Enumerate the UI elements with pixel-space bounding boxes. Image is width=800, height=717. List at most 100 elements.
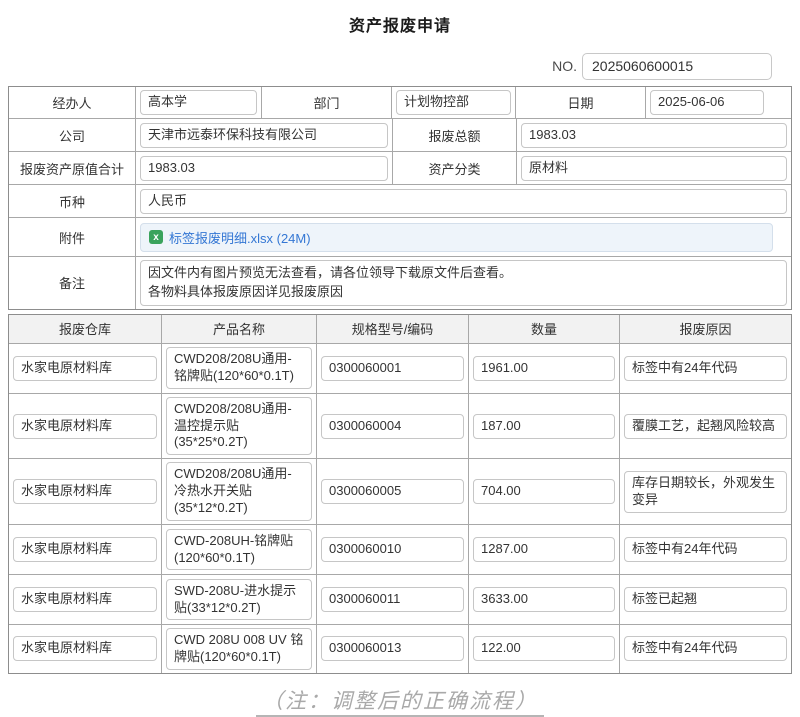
remark-input[interactable]: 因文件内有图片预览无法查看，请各位领导下载原文件后查看。 各物料具体报废原因详见… — [140, 260, 787, 306]
warehouse-cell: 水家电原材料库 — [9, 575, 161, 624]
remark-line-2: 各物料具体报废原因详见报废原因 — [148, 283, 779, 302]
reason-input[interactable]: 覆膜工艺，起翘风险较高 — [624, 414, 787, 439]
table-row: 币种 人民币 — [9, 184, 791, 217]
original-value-input[interactable]: 1983.03 — [140, 156, 388, 181]
product-input[interactable]: CWD-208UH-铭牌贴(120*60*0.1T) — [166, 529, 312, 571]
quantity-input[interactable]: 3633.00 — [473, 587, 615, 612]
document-number-input[interactable]: 2025060600015 — [582, 53, 772, 80]
spec-code-input[interactable]: 0300060013 — [321, 636, 464, 661]
currency-input[interactable]: 人民币 — [140, 189, 787, 214]
product-cell: CWD208/208U通用-温控提示贴(35*25*0.2T) — [161, 394, 316, 459]
operator-cell: 高本学 — [135, 87, 261, 118]
document-number-label: NO. — [552, 58, 577, 74]
warehouse-cell: 水家电原材料库 — [9, 525, 161, 574]
table-row: 水家电原材料库 CWD208/208U通用-冷热水开关贴(35*12*0.2T)… — [9, 458, 791, 524]
operator-label: 经办人 — [9, 87, 135, 118]
table-row: 公司 天津市远泰环保科技有限公司 报废总额 1983.03 — [9, 118, 791, 151]
reason-input[interactable]: 标签中有24年代码 — [624, 356, 787, 381]
date-input[interactable]: 2025-06-06 — [650, 90, 764, 115]
header-spec-code: 规格型号/编码 — [316, 315, 468, 343]
spec-code-input[interactable]: 0300060010 — [321, 537, 464, 562]
quantity-cell: 1287.00 — [468, 525, 619, 574]
table-row: 附件 x 标签报废明细.xlsx (24M) — [9, 217, 791, 256]
attachment-file-link[interactable]: 标签报废明细.xlsx (24M) — [169, 228, 311, 247]
reason-cell: 标签中有24年代码 — [619, 625, 791, 673]
reason-cell: 标签中有24年代码 — [619, 344, 791, 393]
table-row: 经办人 高本学 部门 计划物控部 日期 2025-06-06 — [9, 87, 791, 118]
table-row: 备注 因文件内有图片预览无法查看，请各位领导下载原文件后查看。 各物料具体报废原… — [9, 256, 791, 309]
warehouse-input[interactable]: 水家电原材料库 — [13, 587, 157, 612]
reason-cell: 库存日期较长，外观发生变异 — [619, 459, 791, 524]
asset-category-cell: 原材料 — [516, 152, 791, 184]
reason-cell: 标签中有24年代码 — [619, 525, 791, 574]
remark-cell: 因文件内有图片预览无法查看，请各位领导下载原文件后查看。 各物料具体报废原因详见… — [135, 257, 791, 309]
operator-input[interactable]: 高本学 — [140, 90, 257, 115]
reason-input[interactable]: 标签已起翘 — [624, 587, 787, 612]
company-input[interactable]: 天津市远泰环保科技有限公司 — [140, 123, 388, 148]
product-input[interactable]: SWD-208U-进水提示贴(33*12*0.2T) — [166, 579, 312, 621]
warehouse-cell: 水家电原材料库 — [9, 394, 161, 459]
original-value-cell: 1983.03 — [135, 152, 392, 184]
document-number-row: NO. 2025060600015 — [0, 52, 772, 80]
warehouse-input[interactable]: 水家电原材料库 — [13, 414, 157, 439]
reason-input[interactable]: 标签中有24年代码 — [624, 537, 787, 562]
application-form-table: 经办人 高本学 部门 计划物控部 日期 2025-06-06 公司 天津市远泰环… — [8, 86, 792, 310]
scrap-detail-table: 报废仓库 产品名称 规格型号/编码 数量 报废原因 水家电原材料库 CWD208… — [8, 314, 792, 674]
product-input[interactable]: CWD 208U 008 UV 铭牌贴(120*60*0.1T) — [166, 628, 312, 670]
scrap-total-input[interactable]: 1983.03 — [521, 123, 787, 148]
remark-line-1: 因文件内有图片预览无法查看，请各位领导下载原文件后查看。 — [148, 264, 779, 283]
product-input[interactable]: CWD208/208U通用-冷热水开关贴(35*12*0.2T) — [166, 462, 312, 521]
spec-code-input[interactable]: 0300060005 — [321, 479, 464, 504]
currency-label: 币种 — [9, 185, 135, 217]
quantity-input[interactable]: 704.00 — [473, 479, 615, 504]
warehouse-input[interactable]: 水家电原材料库 — [13, 356, 157, 381]
quantity-input[interactable]: 1287.00 — [473, 537, 615, 562]
quantity-input[interactable]: 1961.00 — [473, 356, 615, 381]
spec-code-input[interactable]: 0300060004 — [321, 414, 464, 439]
attachment-label: 附件 — [9, 218, 135, 256]
scrap-total-label: 报废总额 — [392, 119, 516, 151]
quantity-input[interactable]: 122.00 — [473, 636, 615, 661]
original-value-label: 报废资产原值合计 — [9, 152, 135, 184]
footer-note: （注：调整后的正确流程） — [0, 685, 800, 715]
warehouse-input[interactable]: 水家电原材料库 — [13, 537, 157, 562]
detail-header-row: 报废仓库 产品名称 规格型号/编码 数量 报废原因 — [9, 315, 791, 343]
product-cell: CWD 208U 008 UV 铭牌贴(120*60*0.1T) — [161, 625, 316, 673]
reason-input[interactable]: 标签中有24年代码 — [624, 636, 787, 661]
reason-input[interactable]: 库存日期较长，外观发生变异 — [624, 471, 787, 513]
attachment-cell: x 标签报废明细.xlsx (24M) — [135, 218, 791, 256]
product-input[interactable]: CWD208/208U通用-温控提示贴(35*25*0.2T) — [166, 397, 312, 456]
header-quantity: 数量 — [468, 315, 619, 343]
spec-code-cell: 0300060004 — [316, 394, 468, 459]
quantity-input[interactable]: 187.00 — [473, 414, 615, 439]
header-reason: 报废原因 — [619, 315, 791, 343]
table-row: 水家电原材料库 CWD 208U 008 UV 铭牌贴(120*60*0.1T)… — [9, 624, 791, 673]
footer-note-text: （注：调整后的正确流程） — [256, 689, 544, 717]
product-cell: CWD208/208U通用-铭牌贴(120*60*0.1T) — [161, 344, 316, 393]
warehouse-input[interactable]: 水家电原材料库 — [13, 636, 157, 661]
warehouse-input[interactable]: 水家电原材料库 — [13, 479, 157, 504]
warehouse-cell: 水家电原材料库 — [9, 344, 161, 393]
product-cell: SWD-208U-进水提示贴(33*12*0.2T) — [161, 575, 316, 624]
page-title: 资产报废申请 — [0, 0, 800, 36]
quantity-cell: 1961.00 — [468, 344, 619, 393]
excel-file-icon: x — [149, 230, 163, 244]
table-row: 水家电原材料库 CWD208/208U通用-铭牌贴(120*60*0.1T) 0… — [9, 343, 791, 393]
company-label: 公司 — [9, 119, 135, 151]
attachment-box: x 标签报废明细.xlsx (24M) — [140, 223, 773, 252]
company-cell: 天津市远泰环保科技有限公司 — [135, 119, 392, 151]
reason-cell: 覆膜工艺，起翘风险较高 — [619, 394, 791, 459]
table-row: 水家电原材料库 SWD-208U-进水提示贴(33*12*0.2T) 03000… — [9, 574, 791, 624]
asset-category-label: 资产分类 — [392, 152, 516, 184]
spec-code-input[interactable]: 0300060011 — [321, 587, 464, 612]
date-cell: 2025-06-06 — [645, 87, 791, 118]
product-input[interactable]: CWD208/208U通用-铭牌贴(120*60*0.1T) — [166, 347, 312, 389]
asset-category-input[interactable]: 原材料 — [521, 156, 787, 181]
spec-code-input[interactable]: 0300060001 — [321, 356, 464, 381]
quantity-cell: 3633.00 — [468, 575, 619, 624]
header-warehouse: 报废仓库 — [9, 315, 161, 343]
department-input[interactable]: 计划物控部 — [396, 90, 511, 115]
spec-code-cell: 0300060010 — [316, 525, 468, 574]
asset-scrap-application-page: 资产报废申请 NO. 2025060600015 经办人 高本学 部门 计划物控… — [0, 0, 800, 680]
product-cell: CWD208/208U通用-冷热水开关贴(35*12*0.2T) — [161, 459, 316, 524]
